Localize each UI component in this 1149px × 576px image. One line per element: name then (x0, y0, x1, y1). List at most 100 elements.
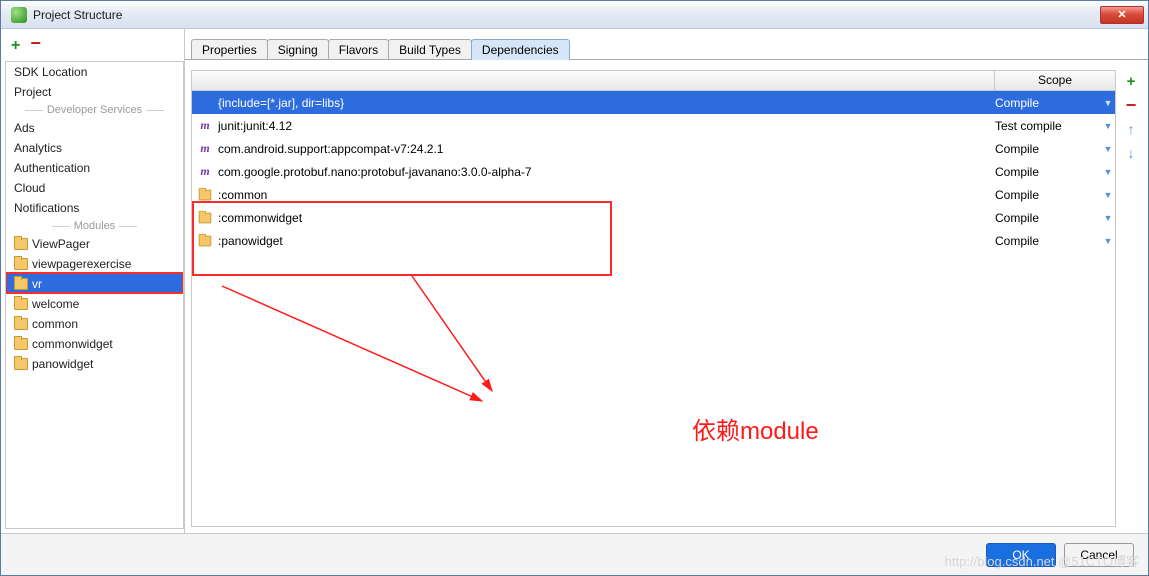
dependency-table: Scope {include=[*.jar], dir=libs} Compile… (191, 70, 1116, 527)
dependency-name: :panowidget (218, 234, 985, 248)
scope-dropdown-icon[interactable]: ▼ (1101, 190, 1115, 200)
scope-dropdown-icon[interactable]: ▼ (1101, 167, 1115, 177)
scope-dropdown-icon[interactable]: ▼ (1101, 121, 1115, 131)
scope-dropdown-icon[interactable]: ▼ (1101, 213, 1115, 223)
sidebar-list: SDK LocationProjectDeveloper ServicesAds… (5, 61, 184, 529)
table-row[interactable]: :common Compile ▼ (192, 183, 1115, 206)
sidebar-item-notifications[interactable]: Notifications (6, 198, 183, 218)
titlebar: Project Structure ✕ (1, 1, 1148, 29)
sidebar-item-vr[interactable]: vr (6, 274, 183, 294)
project-structure-window: Project Structure ✕ + − SDK Location Proj… (0, 0, 1149, 576)
app-icon (11, 7, 27, 23)
scope-dropdown-icon[interactable]: ▼ (1101, 144, 1115, 154)
sidebar-item-label: viewpagerexercise (32, 257, 131, 271)
tab-signing[interactable]: Signing (267, 39, 329, 60)
sidebar: + − SDK LocationProjectDeveloper Service… (1, 29, 185, 533)
dependency-name: com.android.support:appcompat-v7:24.2.1 (218, 142, 985, 156)
sidebar-item-ads[interactable]: Ads (6, 118, 183, 138)
sidebar-item-common[interactable]: common (6, 314, 183, 334)
sidebar-item-label: commonwidget (32, 337, 113, 351)
dependency-scope[interactable]: Compile (991, 142, 1095, 156)
sidebar-item-label: ViewPager (32, 237, 90, 251)
dependency-name: junit:junit:4.12 (218, 119, 985, 133)
sidebar-item-viewpagerexercise[interactable]: viewpagerexercise (6, 254, 183, 274)
sidebar-separator: Modules (6, 218, 183, 234)
sidebar-item-sdk-location[interactable]: SDK Location (6, 62, 183, 82)
module-icon (14, 318, 28, 330)
dependency-name: com.google.protobuf.nano:protobuf-javana… (218, 165, 985, 179)
sidebar-item-label: Project (14, 85, 51, 99)
add-module-icon[interactable]: + (11, 37, 20, 55)
body: + − SDK LocationProjectDeveloper Service… (1, 29, 1148, 533)
dependency-name: :commonwidget (218, 211, 985, 225)
table-header: Scope (192, 71, 1115, 91)
sidebar-item-label: common (32, 317, 78, 331)
sidebar-item-project[interactable]: Project (6, 82, 183, 102)
sidebar-item-welcome[interactable]: welcome (6, 294, 183, 314)
sidebar-toolbar: + − (5, 33, 184, 61)
table-row[interactable]: :panowidget Compile ▼ (192, 229, 1115, 252)
cancel-button[interactable]: Cancel (1064, 543, 1134, 567)
move-up-icon[interactable]: ↑ (1122, 120, 1140, 138)
module-icon (14, 298, 28, 310)
sidebar-item-authentication[interactable]: Authentication (6, 158, 183, 178)
sidebar-item-label: vr (32, 277, 42, 291)
maven-icon: m (198, 165, 212, 179)
module-dep-icon (198, 234, 212, 248)
table-row[interactable]: m com.android.support:appcompat-v7:24.2.1… (192, 137, 1115, 160)
content: Scope {include=[*.jar], dir=libs} Compile… (185, 60, 1148, 533)
table-row[interactable]: :commonwidget Compile ▼ (192, 206, 1115, 229)
tab-properties[interactable]: Properties (191, 39, 268, 60)
sidebar-item-label: Analytics (14, 141, 62, 155)
add-dependency-icon[interactable]: + (1122, 72, 1140, 90)
tabs: PropertiesSigningFlavorsBuild TypesDepen… (185, 29, 1148, 60)
module-icon (14, 278, 28, 290)
sidebar-item-panowidget[interactable]: panowidget (6, 354, 183, 374)
close-button[interactable]: ✕ (1100, 6, 1144, 24)
dependency-scope[interactable]: Compile (991, 165, 1095, 179)
dependency-scope[interactable]: Compile (991, 211, 1095, 225)
module-icon (14, 238, 28, 250)
dependency-name: {include=[*.jar], dir=libs} (218, 96, 985, 110)
module-icon (14, 358, 28, 370)
dependency-scope[interactable]: Compile (991, 96, 1095, 110)
sidebar-item-label: Authentication (14, 161, 90, 175)
scope-header: Scope (995, 71, 1115, 90)
maven-icon: m (198, 119, 212, 133)
sidebar-item-commonwidget[interactable]: commonwidget (6, 334, 183, 354)
module-icon (14, 258, 28, 270)
sidebar-item-analytics[interactable]: Analytics (6, 138, 183, 158)
sidebar-item-label: Ads (14, 121, 35, 135)
tab-build-types[interactable]: Build Types (388, 39, 472, 60)
module-icon (14, 338, 28, 350)
scope-dropdown-icon[interactable]: ▼ (1101, 236, 1115, 246)
window-title: Project Structure (33, 8, 1100, 22)
sidebar-item-viewpager[interactable]: ViewPager (6, 234, 183, 254)
table-row[interactable]: m junit:junit:4.12 Test compile ▼ (192, 114, 1115, 137)
file-icon (198, 96, 212, 110)
dependency-scope[interactable]: Compile (991, 234, 1095, 248)
table-row[interactable]: {include=[*.jar], dir=libs} Compile ▼ (192, 91, 1115, 114)
module-dep-icon (198, 188, 212, 202)
sidebar-item-label: SDK Location (14, 65, 87, 79)
remove-module-icon[interactable]: − (30, 37, 41, 55)
maven-icon: m (198, 142, 212, 156)
dependency-scope[interactable]: Compile (991, 188, 1095, 202)
table-header-blank (192, 71, 995, 90)
footer: OK Cancel http://blog.csdn.net @51CTO博客 (1, 533, 1148, 575)
dependency-scope[interactable]: Test compile (991, 119, 1095, 133)
main-panel: PropertiesSigningFlavorsBuild TypesDepen… (185, 29, 1148, 533)
ok-button[interactable]: OK (986, 543, 1056, 567)
table-side-tools: + − ↑ ↓ (1120, 70, 1142, 527)
tab-dependencies[interactable]: Dependencies (471, 39, 570, 60)
sidebar-item-label: Cloud (14, 181, 45, 195)
remove-dependency-icon[interactable]: − (1122, 96, 1140, 114)
sidebar-item-cloud[interactable]: Cloud (6, 178, 183, 198)
move-down-icon[interactable]: ↓ (1122, 144, 1140, 162)
dependency-name: :common (218, 188, 985, 202)
tab-flavors[interactable]: Flavors (328, 39, 389, 60)
scope-dropdown-icon[interactable]: ▼ (1101, 98, 1115, 108)
sidebar-item-label: welcome (32, 297, 79, 311)
module-dep-icon (198, 211, 212, 225)
table-row[interactable]: m com.google.protobuf.nano:protobuf-javan… (192, 160, 1115, 183)
